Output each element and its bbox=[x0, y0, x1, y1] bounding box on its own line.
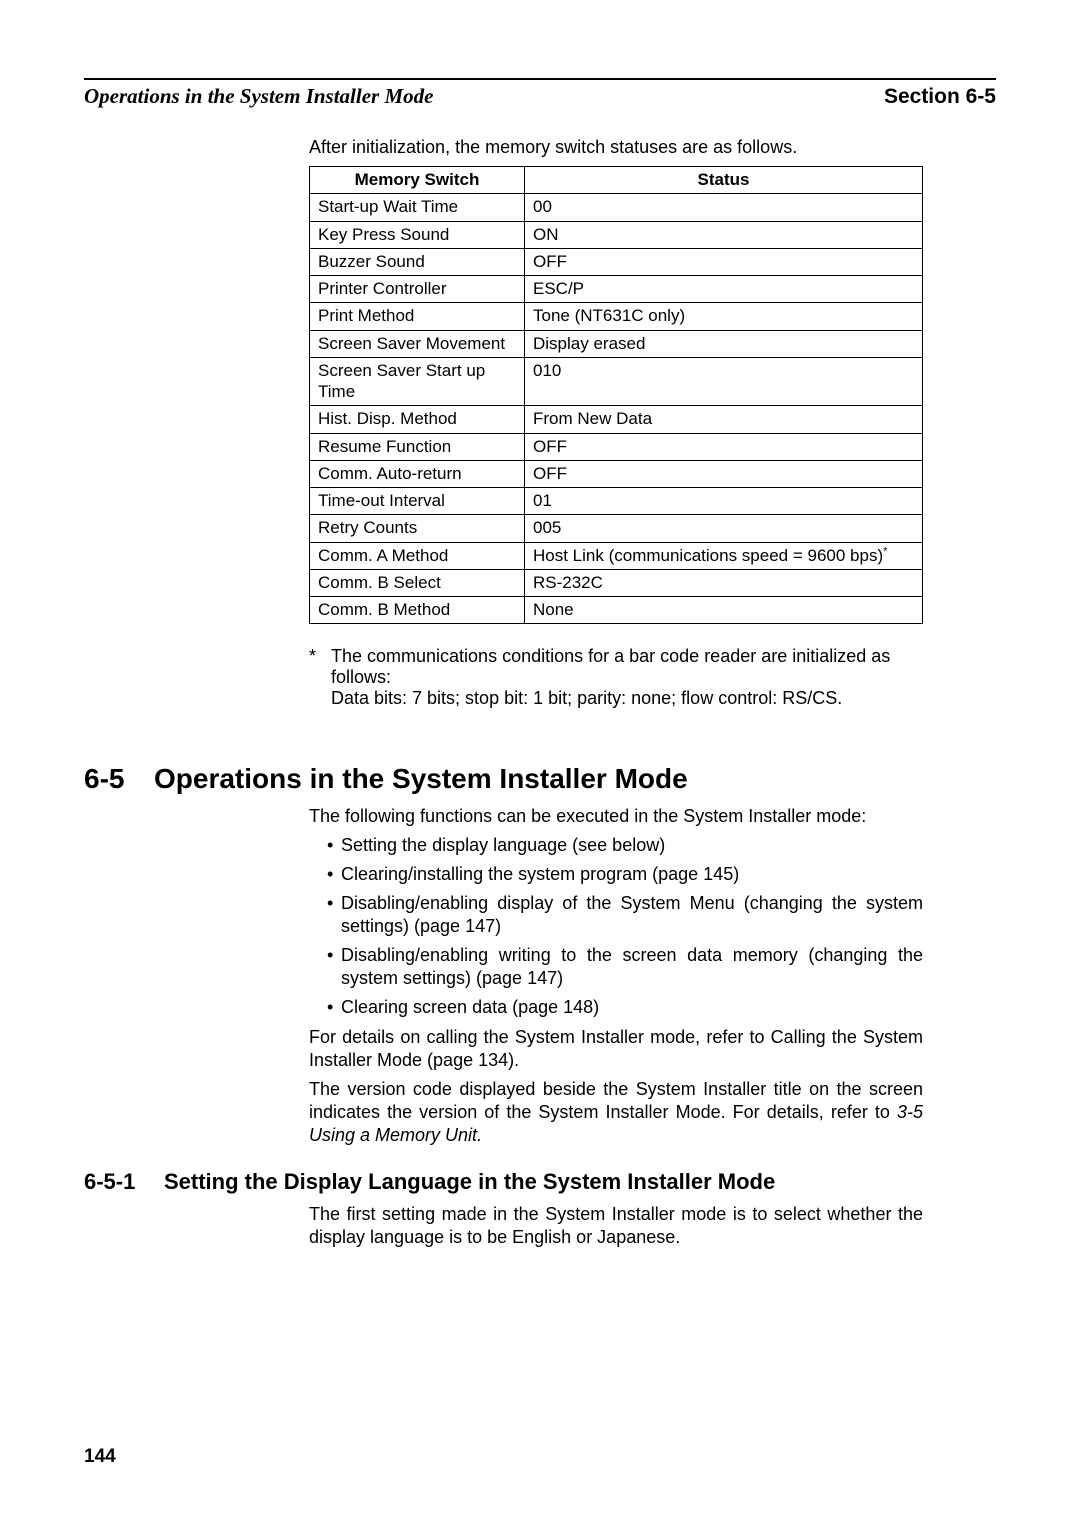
section-heading: 6-5 Operations in the System Installer M… bbox=[84, 763, 996, 795]
table-row: Key Press SoundON bbox=[310, 221, 923, 248]
subsection-body: The first setting made in the System Ins… bbox=[309, 1203, 923, 1249]
table-row: Comm. B SelectRS-232C bbox=[310, 569, 923, 596]
top-rule bbox=[84, 78, 996, 80]
section-title: Operations in the System Installer Mode bbox=[154, 763, 688, 795]
page-number: 144 bbox=[84, 1446, 116, 1468]
paragraph: The version code displayed beside the Sy… bbox=[309, 1078, 923, 1147]
table-intro: After initialization, the memory switch … bbox=[309, 137, 996, 158]
table-row: Hist. Disp. MethodFrom New Data bbox=[310, 406, 923, 433]
table-row: Buzzer SoundOFF bbox=[310, 248, 923, 275]
memory-switch-table: Memory Switch Status Start-up Wait Time0… bbox=[309, 166, 923, 624]
footnote-text: The communications conditions for a bar … bbox=[331, 646, 923, 688]
content: After initialization, the memory switch … bbox=[84, 137, 996, 1249]
table-row: Screen Saver Start up Time010 bbox=[310, 357, 923, 406]
running-header: Operations in the System Installer Mode … bbox=[84, 84, 996, 109]
list-item: Clearing screen data (page 148) bbox=[327, 996, 923, 1019]
table-row: Time-out Interval01 bbox=[310, 488, 923, 515]
subsection-title: Setting the Display Language in the Syst… bbox=[164, 1169, 775, 1195]
footnote: * The communications conditions for a ba… bbox=[309, 646, 923, 709]
paragraph: The first setting made in the System Ins… bbox=[309, 1203, 923, 1249]
list-item: Disabling/enabling display of the System… bbox=[327, 892, 923, 938]
list-item: Clearing/installing the system program (… bbox=[327, 863, 923, 886]
table-row: Start-up Wait Time00 bbox=[310, 194, 923, 221]
table-row: Comm. Auto-returnOFF bbox=[310, 460, 923, 487]
table-row: Printer ControllerESC/P bbox=[310, 276, 923, 303]
table-row: Resume FunctionOFF bbox=[310, 433, 923, 460]
table-row: Screen Saver MovementDisplay erased bbox=[310, 330, 923, 357]
list-item: Setting the display language (see below) bbox=[327, 834, 923, 857]
bullet-list: Setting the display language (see below)… bbox=[309, 834, 923, 1019]
footnote-text-2: Data bits: 7 bits; stop bit: 1 bit; pari… bbox=[331, 688, 923, 709]
table-row: Retry Counts005 bbox=[310, 515, 923, 542]
footnote-mark: * bbox=[309, 646, 331, 688]
list-item: Disabling/enabling writing to the screen… bbox=[327, 944, 923, 990]
table-row: Print MethodTone (NT631C only) bbox=[310, 303, 923, 330]
table-row: Comm. B MethodNone bbox=[310, 597, 923, 624]
subsection-heading: 6-5-1 Setting the Display Language in th… bbox=[84, 1169, 996, 1195]
page: Operations in the System Installer Mode … bbox=[0, 0, 1080, 1528]
table-header-row: Memory Switch Status bbox=[310, 167, 923, 194]
section-number: 6-5 bbox=[84, 763, 154, 795]
col-header-status: Status bbox=[525, 167, 923, 194]
paragraph: For details on calling the System Instal… bbox=[309, 1026, 923, 1072]
section-body: The following functions can be executed … bbox=[309, 805, 923, 1146]
paragraph: The following functions can be executed … bbox=[309, 805, 923, 828]
table-row: Comm. A MethodHost Link (communications … bbox=[310, 542, 923, 569]
header-right: Section 6-5 bbox=[884, 85, 996, 109]
subsection-number: 6-5-1 bbox=[84, 1169, 164, 1195]
header-left: Operations in the System Installer Mode bbox=[84, 84, 433, 109]
col-header-memory-switch: Memory Switch bbox=[310, 167, 525, 194]
